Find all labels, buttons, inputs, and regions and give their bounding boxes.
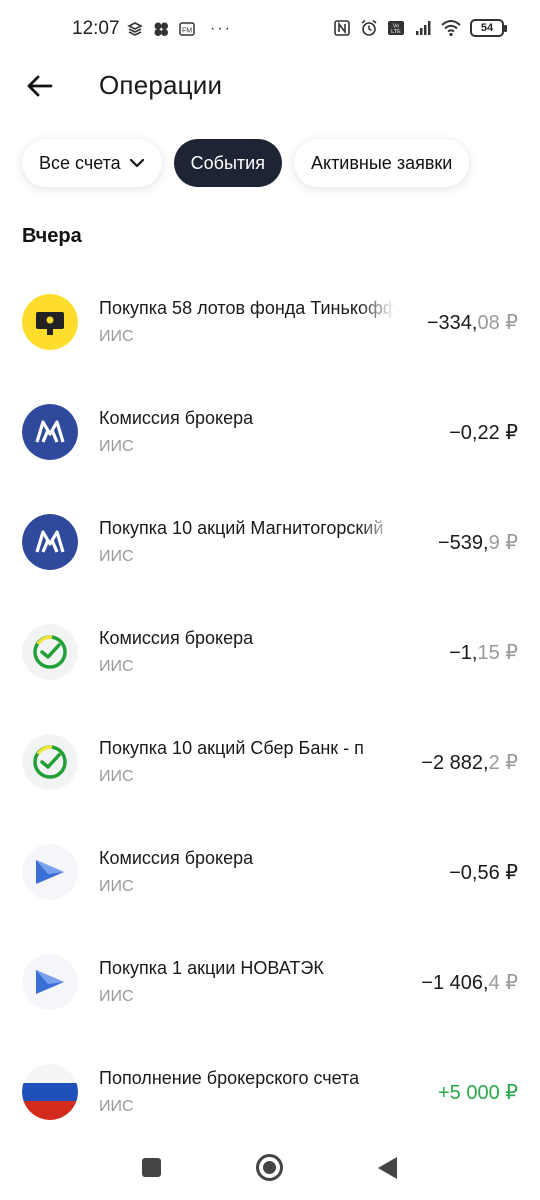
signal-icon — [416, 21, 431, 35]
operation-title: Покупка 10 акций Магнитогорский — [99, 518, 384, 538]
list-item[interactable]: Покупка 58 лотов фонда Тинькофф ИИС −334… — [0, 268, 540, 378]
back-button[interactable] — [20, 66, 60, 106]
operation-title: Комиссия брокера — [99, 408, 254, 428]
stack-icon — [127, 22, 143, 36]
svg-text:LTE: LTE — [391, 29, 401, 35]
list-item[interactable]: Комиссия брокера ИИС −1,15 ₽ — [0, 598, 540, 708]
operation-account: ИИС — [99, 328, 134, 345]
section-title-yesterday: Вчера — [22, 225, 82, 247]
list-item[interactable]: Комиссия брокера ИИС −0,22 ₽ — [0, 378, 540, 488]
chip-all-accounts[interactable]: Все счета — [22, 139, 162, 187]
system-nav-bar — [0, 1140, 540, 1200]
operation-title: Покупка 10 акций Сбер Банк - п — [99, 738, 364, 758]
operation-title: Комиссия брокера — [99, 628, 254, 648]
mmk-logo — [22, 514, 78, 570]
status-bar: 12:07 FM ··· Vo LTE 54 — [0, 0, 540, 60]
novatek-logo — [22, 954, 78, 1010]
novatek-logo — [22, 844, 78, 900]
chip-events[interactable]: События — [173, 139, 282, 187]
operation-amount: −0,22 ₽ — [449, 422, 518, 444]
mmk-logo — [22, 404, 78, 460]
svg-text:FM: FM — [182, 28, 192, 35]
arrow-left-icon — [27, 75, 53, 97]
operation-title: Покупка 58 лотов фонда Тинькофф — [99, 298, 395, 318]
operation-amount: −0,56 ₽ — [449, 862, 518, 884]
list-item[interactable]: Пополнение брокерского счета ИИС +5 000 … — [0, 1038, 540, 1148]
status-left-icons: FM ··· — [126, 20, 232, 38]
operation-amount: −334,08 ₽ — [426, 312, 518, 334]
home-button[interactable] — [256, 1154, 283, 1181]
list-item[interactable]: Комиссия брокера ИИС −0,56 ₽ — [0, 818, 540, 928]
chip-active-orders[interactable]: Активные заявки — [293, 139, 470, 187]
volte-icon: VoLTE — [388, 21, 404, 35]
operation-title: Пополнение брокерского счета — [99, 1068, 360, 1088]
operation-account: ИИС — [99, 878, 134, 895]
operation-account: ИИС — [99, 988, 134, 1005]
dots-cluster-icon — [154, 22, 168, 36]
system-back-button[interactable] — [378, 1157, 397, 1179]
operation-amount: +5 000 ₽ — [437, 1082, 518, 1104]
chevron-down-icon — [129, 158, 144, 168]
more-notifications-icon: ··· — [210, 20, 232, 37]
operation-title: Комиссия брокера — [99, 848, 254, 868]
operation-title: Покупка 1 акции НОВАТЭК — [99, 958, 324, 978]
nfc-icon — [334, 20, 350, 36]
status-time: 12:07 — [72, 18, 120, 39]
operation-account: ИИС — [99, 658, 134, 675]
sber-logo — [22, 734, 78, 790]
operation-account: ИИС — [99, 548, 134, 565]
operation-account: ИИС — [99, 768, 134, 785]
russia-flag-logo — [22, 1064, 78, 1120]
operation-account: ИИС — [99, 438, 134, 455]
list-item[interactable]: Покупка 10 акций Сбер Банк - п ИИС −2 88… — [0, 708, 540, 818]
page-title: Операции — [99, 70, 223, 100]
fm-icon: FM — [179, 22, 195, 36]
list-item[interactable]: Покупка 1 акции НОВАТЭК ИИС −1 406,4 ₽ — [0, 928, 540, 1038]
operation-amount: −2 882,2 ₽ — [421, 752, 518, 774]
operation-amount: −1 406,4 ₽ — [421, 972, 518, 994]
chip-label: События — [190, 152, 265, 173]
operations-list: Покупка 58 лотов фонда Тинькофф ИИС −334… — [0, 268, 540, 1148]
tinkoff-fund-logo — [22, 294, 78, 350]
operation-account: ИИС — [99, 1098, 134, 1115]
status-right-icons: Vo LTE 54 — [333, 19, 507, 37]
sber-logo — [22, 624, 78, 680]
chip-label: Активные заявки — [310, 152, 453, 173]
battery-indicator: 54 — [470, 19, 507, 37]
chip-label: Все счета — [39, 152, 121, 173]
recents-button[interactable] — [142, 1158, 161, 1177]
operation-amount: −539,9 ₽ — [437, 532, 518, 554]
list-item[interactable]: Покупка 10 акций Магнитогорский ИИС −539… — [0, 488, 540, 598]
filter-chips: Все счета События Активные заявки — [22, 139, 470, 187]
wifi-icon — [441, 20, 461, 37]
alarm-icon — [361, 19, 377, 36]
operation-amount: −1,15 ₽ — [449, 642, 518, 664]
